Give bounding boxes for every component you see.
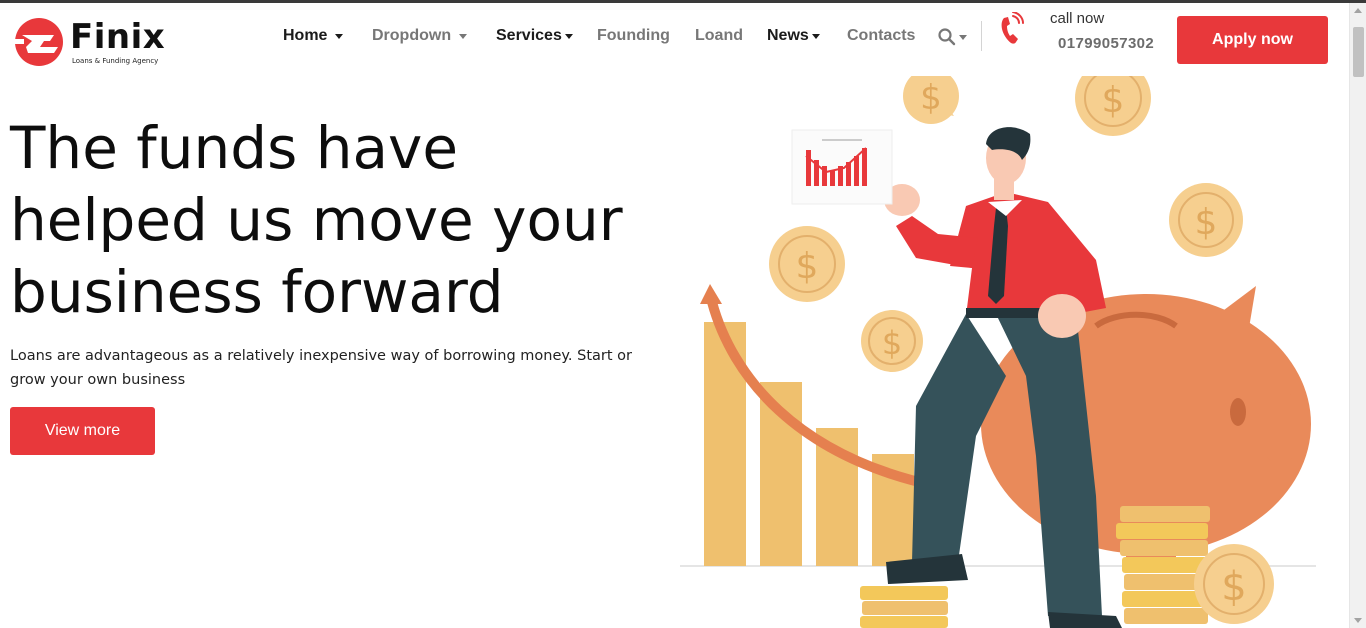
svg-text:$: $	[882, 324, 902, 362]
finix-logo-icon	[14, 18, 63, 66]
coin-icon: $	[861, 310, 923, 372]
coin-stack	[860, 586, 948, 628]
svg-text:$: $	[1102, 80, 1125, 121]
apply-now-button[interactable]: Apply now	[1177, 16, 1328, 64]
brand-name: Finix	[70, 17, 166, 57]
call-number[interactable]: 01799057302	[1058, 35, 1154, 52]
nav-item-home[interactable]: Home	[283, 27, 344, 45]
coin-icon: $	[1194, 544, 1274, 624]
nav-item-label: Services	[496, 27, 562, 44]
svg-text:$: $	[796, 246, 819, 287]
nav-item-contacts[interactable]: Contacts	[847, 27, 915, 45]
call-label: call now	[1050, 10, 1105, 27]
nav-divider	[981, 21, 982, 51]
chevron-down-icon	[335, 33, 344, 39]
chevron-down-icon	[959, 34, 967, 40]
nav-item-dropdown[interactable]: Dropdown	[372, 27, 468, 45]
svg-text:$: $	[1195, 202, 1218, 243]
svg-text:$: $	[920, 78, 942, 118]
coin-icon: $	[1075, 76, 1151, 136]
nav-item-loand[interactable]: Loand	[695, 27, 743, 45]
coin-icon: $	[769, 226, 845, 302]
chevron-down-icon	[459, 33, 468, 39]
hero-illustration: $ $ $ $ $ $	[680, 76, 1316, 628]
nav-item-label: Founding	[597, 27, 670, 44]
hero-subtitle: Loans are advantageous as a relatively i…	[10, 348, 632, 388]
chevron-down-icon	[564, 33, 573, 39]
scroll-down-icon[interactable]	[1354, 618, 1362, 623]
search-icon	[938, 28, 956, 46]
scroll-up-icon[interactable]	[1354, 8, 1362, 13]
nav-item-label: News	[767, 27, 809, 44]
nav-item-founding[interactable]: Founding	[597, 27, 670, 45]
coin-icon: $	[903, 76, 959, 124]
nav-item-label: Home	[283, 27, 328, 44]
nav-item-label: Contacts	[847, 27, 916, 44]
brand-tagline: Loans & Funding Agency	[72, 57, 159, 65]
view-more-button[interactable]: View more	[10, 407, 155, 455]
nav-item-services[interactable]: Services	[496, 27, 573, 45]
coin-stack	[1116, 506, 1210, 624]
nav-item-label: Dropdown	[372, 27, 452, 44]
hero-title: The funds have helped us move your busin…	[10, 114, 623, 326]
search-toggle[interactable]	[938, 28, 967, 46]
window-top-border	[0, 0, 1366, 3]
phone-icon[interactable]	[999, 12, 1025, 46]
coin-icon: $	[1169, 183, 1243, 257]
scrollbar-thumb[interactable]	[1353, 27, 1364, 77]
brand-logo[interactable]: Finix Loans & Funding Agency	[14, 17, 174, 69]
page-scrollbar[interactable]	[1349, 3, 1366, 628]
nav-item-news[interactable]: News	[767, 27, 820, 45]
chevron-down-icon	[811, 33, 820, 39]
svg-text:$: $	[1221, 564, 1246, 610]
nav-item-label: Loand	[695, 27, 743, 44]
